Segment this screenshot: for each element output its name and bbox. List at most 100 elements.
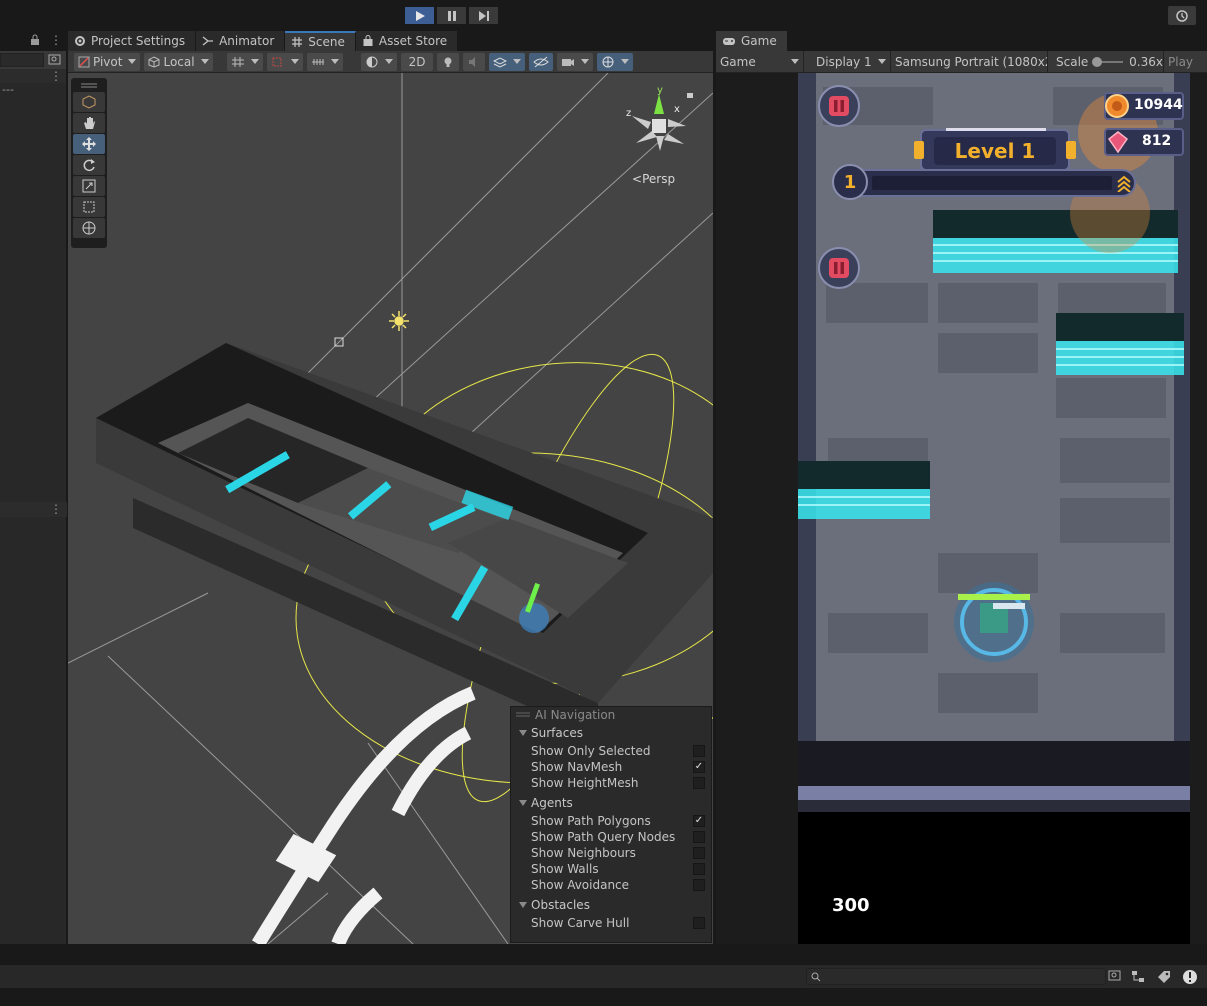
- scale-slider-thumb[interactable]: [1092, 56, 1103, 67]
- hierarchy-header-menu-icon[interactable]: ⋮: [50, 69, 62, 83]
- pause-icon: [829, 96, 849, 116]
- game-mode-label: Game: [720, 54, 756, 69]
- hierarchy-filter-icon[interactable]: [1131, 970, 1145, 984]
- play-button[interactable]: [404, 6, 435, 25]
- show-walls-row[interactable]: Show Walls: [511, 861, 711, 877]
- history-icon: [1176, 9, 1188, 22]
- lock-icon[interactable]: [30, 34, 40, 46]
- search-filter-icon[interactable]: [1108, 970, 1122, 983]
- tab-project-settings[interactable]: Project Settings: [68, 31, 197, 51]
- bottom-console-bar: [0, 944, 1207, 1006]
- search-options-icon[interactable]: [48, 54, 61, 66]
- show-walls-checkbox[interactable]: [693, 863, 705, 875]
- history-button[interactable]: [1168, 6, 1196, 25]
- persp-label[interactable]: <Persp: [632, 172, 675, 186]
- rank-progress-bar: [836, 169, 1136, 197]
- gizmo-icon: [602, 56, 614, 67]
- hierarchy-search-input[interactable]: [0, 53, 44, 67]
- hidden-objects-toggle[interactable]: [529, 52, 554, 71]
- orientation-gizmo[interactable]: y z x: [624, 86, 704, 166]
- show-avoidance-checkbox[interactable]: [693, 879, 705, 891]
- ai-navigation-header[interactable]: AI Navigation: [511, 707, 711, 724]
- show-neighbours-row[interactable]: Show Neighbours: [511, 845, 711, 861]
- show-avoidance-row[interactable]: Show Avoidance: [511, 877, 711, 893]
- tag-icon[interactable]: [1157, 970, 1171, 984]
- show-only-selected-row[interactable]: Show Only Selected: [511, 743, 711, 759]
- hand-tool-button[interactable]: [73, 113, 105, 133]
- show-navmesh-row[interactable]: Show NavMesh ✓: [511, 759, 711, 775]
- gizmos-dropdown[interactable]: [597, 52, 634, 71]
- scene-toolbar: Pivot Local 2D: [68, 51, 713, 73]
- agents-section-header[interactable]: Agents: [511, 794, 711, 813]
- show-path-polygons-checkbox[interactable]: ✓: [693, 815, 705, 827]
- tab-animator[interactable]: Animator: [196, 31, 286, 51]
- show-heightmesh-row[interactable]: Show HeightMesh: [511, 775, 711, 791]
- camera-dropdown[interactable]: [557, 52, 594, 71]
- transform-icon: [82, 221, 96, 235]
- transform-tool-button[interactable]: [73, 218, 105, 238]
- tab-asset-store-label: Asset Store: [378, 34, 448, 48]
- effects-dropdown[interactable]: [489, 52, 526, 71]
- hierarchy-tabbar: ⋮: [0, 31, 66, 51]
- search-icon: [811, 972, 821, 982]
- local-dropdown[interactable]: Local: [144, 52, 213, 71]
- pause-game-button[interactable]: [818, 85, 860, 127]
- view-tool-button[interactable]: [73, 92, 105, 112]
- show-path-query-nodes-row[interactable]: Show Path Query Nodes: [511, 829, 711, 845]
- shading-mode-dropdown[interactable]: [360, 52, 397, 71]
- step-button[interactable]: [468, 6, 499, 25]
- pause-game-button-2[interactable]: [818, 247, 860, 289]
- show-heightmesh-checkbox[interactable]: [693, 777, 705, 789]
- play-focused-dropdown[interactable]: Play: [1164, 55, 1193, 69]
- scene-viewport[interactable]: y z x <Persp AI Navigation Surfaces Show…: [68, 73, 713, 944]
- show-neighbours-label: Show Neighbours: [531, 846, 636, 860]
- display-dropdown[interactable]: Display 1: [804, 50, 891, 73]
- tab-asset-store[interactable]: Asset Store: [355, 31, 459, 51]
- surfaces-label: Surfaces: [531, 726, 583, 740]
- surfaces-section-header[interactable]: Surfaces: [511, 724, 711, 743]
- bag-icon: [363, 35, 373, 46]
- tab-scene[interactable]: Scene: [285, 31, 356, 51]
- scale-tool-button[interactable]: [73, 176, 105, 196]
- eye-slash-icon: [533, 56, 550, 67]
- game-render: [798, 73, 1190, 812]
- show-neighbours-checkbox[interactable]: [693, 847, 705, 859]
- tools-drag-handle[interactable]: [73, 81, 105, 91]
- scale-slider-track[interactable]: [1092, 56, 1124, 67]
- audio-toggle[interactable]: [463, 52, 486, 71]
- show-only-selected-label: Show Only Selected: [531, 744, 651, 758]
- game-mode-dropdown[interactable]: Game: [716, 50, 804, 73]
- inspector-menu-icon[interactable]: ⋮: [50, 502, 62, 516]
- show-path-query-nodes-checkbox[interactable]: [693, 831, 705, 843]
- game-viewport[interactable]: 10944 812 Level 1 1 300: [716, 73, 1207, 944]
- scale-slider[interactable]: Scale 0.36x: [1048, 50, 1164, 73]
- console-search-input[interactable]: [806, 968, 1106, 985]
- show-path-polygons-row[interactable]: Show Path Polygons ✓: [511, 813, 711, 829]
- 2d-toggle[interactable]: 2D: [400, 52, 434, 71]
- show-navmesh-checkbox[interactable]: ✓: [693, 761, 705, 773]
- obstacles-section-header[interactable]: Obstacles: [511, 896, 711, 915]
- ruler-dropdown[interactable]: [306, 52, 343, 71]
- lighting-toggle[interactable]: [437, 52, 460, 71]
- svg-text:y: y: [657, 86, 663, 96]
- level-title: Level 1: [954, 139, 1036, 163]
- warning-icon[interactable]: [1182, 969, 1198, 985]
- play-focused-label: Play: [1168, 54, 1194, 69]
- game-screen[interactable]: 10944 812 Level 1 1 300: [798, 73, 1190, 944]
- rotate-tool-button[interactable]: [73, 155, 105, 175]
- svg-text:x: x: [674, 104, 680, 115]
- resolution-dropdown[interactable]: Samsung Portrait (1080x2: [891, 50, 1048, 73]
- show-carve-hull-checkbox[interactable]: [693, 917, 705, 929]
- show-only-selected-checkbox[interactable]: [693, 745, 705, 757]
- move-tool-button[interactable]: [73, 134, 105, 154]
- grid-snap-dropdown[interactable]: [226, 52, 263, 71]
- increment-snap-dropdown[interactable]: [266, 52, 303, 71]
- hierarchy-menu-icon[interactable]: ⋮: [50, 33, 62, 47]
- tab-game[interactable]: Game: [716, 31, 788, 51]
- drag-handle-icon: [516, 712, 530, 717]
- show-carve-hull-row[interactable]: Show Carve Hull: [511, 915, 711, 931]
- tab-project-settings-label: Project Settings: [91, 34, 186, 48]
- rect-tool-button[interactable]: [73, 197, 105, 217]
- pivot-dropdown[interactable]: Pivot: [74, 52, 141, 71]
- pause-button[interactable]: [436, 6, 467, 25]
